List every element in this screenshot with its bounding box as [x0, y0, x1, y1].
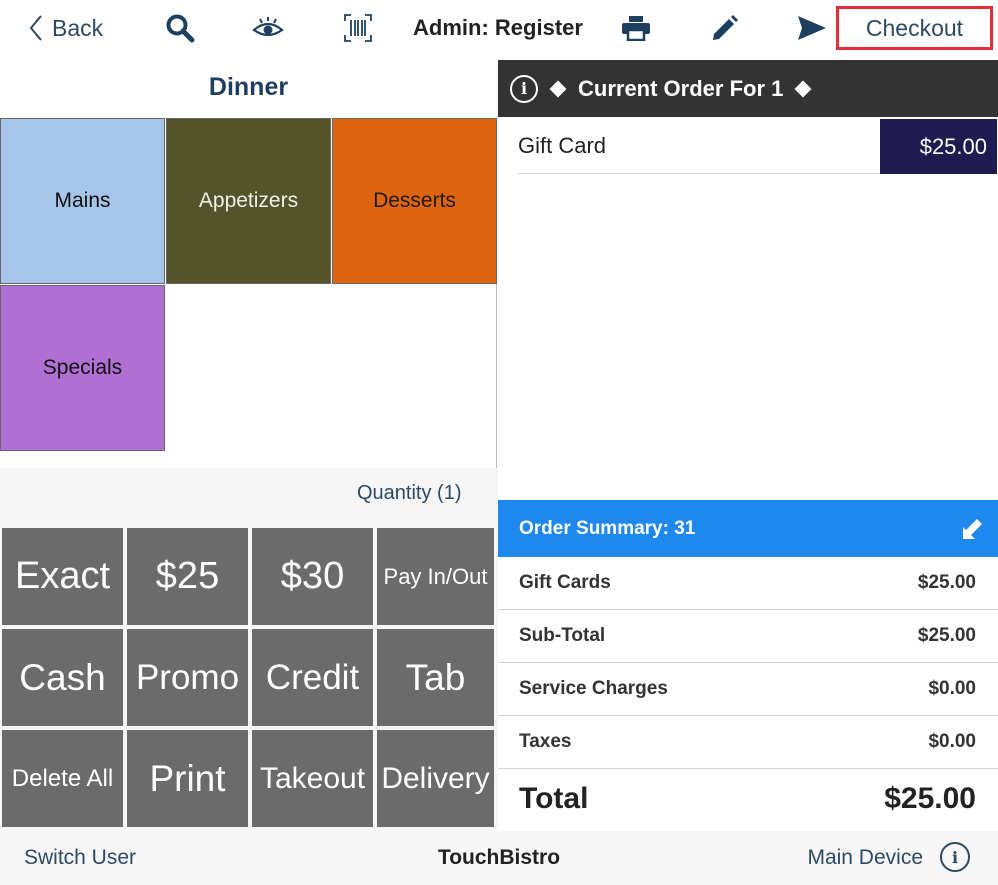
summary-value: $0.00: [928, 678, 976, 699]
total-label: Total: [519, 782, 589, 815]
current-order-header[interactable]: i Current Order For 1: [498, 60, 998, 117]
category-appetizers[interactable]: Appetizers: [166, 118, 331, 284]
quantity-button[interactable]: Quantity (1): [357, 482, 461, 505]
promo-button[interactable]: Promo: [127, 629, 248, 726]
summary-label: Service Charges: [519, 678, 668, 699]
order-item-name[interactable]: Gift Card: [518, 118, 880, 174]
order-summary-title: Order Summary: 31: [519, 517, 696, 539]
eye-icon[interactable]: [248, 0, 288, 56]
device-label[interactable]: Main Device: [807, 846, 923, 870]
chevron-left-icon: [29, 15, 42, 41]
total-value: $25.00: [884, 782, 976, 815]
delivery-button[interactable]: Delivery: [377, 730, 494, 827]
summary-label: Gift Cards: [519, 572, 611, 593]
pencil-icon[interactable]: [704, 0, 744, 56]
diamond-icon: [549, 80, 567, 97]
diamond-icon: [794, 80, 812, 97]
collapse-arrow-icon[interactable]: [960, 517, 984, 541]
device-info-icon[interactable]: i: [940, 842, 970, 872]
print-button[interactable]: Print: [127, 730, 248, 827]
back-button[interactable]: Back: [28, 0, 103, 56]
tab-button[interactable]: Tab: [377, 629, 494, 726]
summary-row-taxes: Taxes $0.00: [498, 716, 998, 769]
pay-in-out-button[interactable]: Pay In/Out: [377, 528, 494, 625]
category-grid: Mains Appetizers Desserts Specials: [0, 118, 497, 468]
printer-icon[interactable]: [616, 0, 656, 56]
barcode-icon[interactable]: [338, 0, 378, 56]
summary-total: Total $25.00: [498, 768, 998, 830]
footer-bar: Switch User TouchBistro Main Device i: [0, 830, 998, 885]
info-icon[interactable]: i: [510, 74, 538, 103]
pay-25-button[interactable]: $25: [127, 528, 248, 625]
summary-value: $25.00: [917, 572, 976, 593]
menu-title: Dinner: [0, 56, 497, 118]
back-label: Back: [52, 14, 104, 41]
cash-button[interactable]: Cash: [2, 629, 123, 726]
credit-button[interactable]: Credit: [252, 629, 373, 726]
summary-label: Taxes: [519, 731, 572, 752]
search-icon[interactable]: [160, 0, 200, 56]
summary-label: Sub-Total: [519, 625, 606, 646]
pay-exact-button[interactable]: Exact: [2, 528, 123, 625]
top-bar: Back Admin: Register Checkout: [0, 0, 998, 56]
pay-30-button[interactable]: $30: [252, 528, 373, 625]
summary-row-gift-cards: Gift Cards $25.00: [498, 557, 998, 610]
delete-all-button[interactable]: Delete All: [2, 730, 123, 827]
summary-value: $25.00: [917, 625, 976, 646]
send-icon[interactable]: [792, 0, 832, 56]
summary-row-service-charges: Service Charges $0.00: [498, 663, 998, 716]
summary-row-subtotal: Sub-Total $25.00: [498, 610, 998, 663]
current-order-title: Current Order For 1: [578, 75, 784, 101]
category-mains[interactable]: Mains: [0, 118, 165, 284]
summary-value: $0.00: [928, 731, 976, 752]
order-item-price[interactable]: $25.00: [880, 119, 997, 174]
checkout-button[interactable]: Checkout: [836, 6, 993, 50]
takeout-button[interactable]: Takeout: [252, 730, 373, 827]
register-title: Admin: Register: [413, 15, 583, 40]
category-desserts[interactable]: Desserts: [332, 118, 497, 284]
category-specials[interactable]: Specials: [0, 285, 165, 451]
order-summary-header[interactable]: Order Summary: 31: [498, 500, 998, 557]
